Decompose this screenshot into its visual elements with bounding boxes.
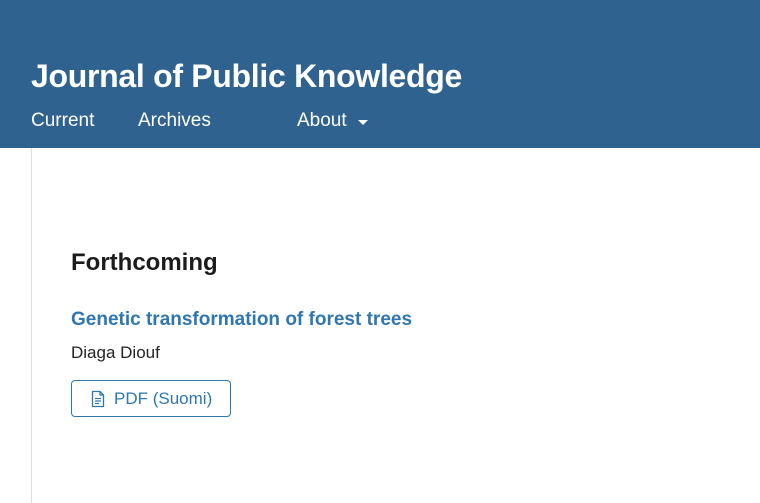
section-heading: Forthcoming	[71, 249, 218, 276]
caret-down-icon	[357, 119, 368, 125]
nav-item-about-label: About	[297, 110, 347, 131]
file-text-icon	[91, 390, 105, 407]
primary-nav: Current Archives About	[0, 108, 760, 136]
nav-item-archives-label: Archives	[138, 110, 211, 131]
site-header: Journal of Public Knowledge Current Arch…	[0, 0, 760, 148]
nav-item-about[interactable]: About	[297, 108, 368, 134]
nav-item-archives[interactable]: Archives	[138, 108, 211, 134]
nav-item-current[interactable]: Current	[31, 108, 94, 134]
article-title-link[interactable]: Genetic transformation of forest trees	[71, 308, 412, 332]
site-title[interactable]: Journal of Public Knowledge	[31, 56, 462, 96]
pdf-galley-button[interactable]: PDF (Suomi)	[71, 380, 231, 417]
content-divider	[31, 148, 32, 503]
pdf-galley-label: PDF (Suomi)	[114, 388, 213, 408]
article-author: Diaga Diouf	[71, 343, 160, 362]
nav-item-current-label: Current	[31, 110, 95, 131]
